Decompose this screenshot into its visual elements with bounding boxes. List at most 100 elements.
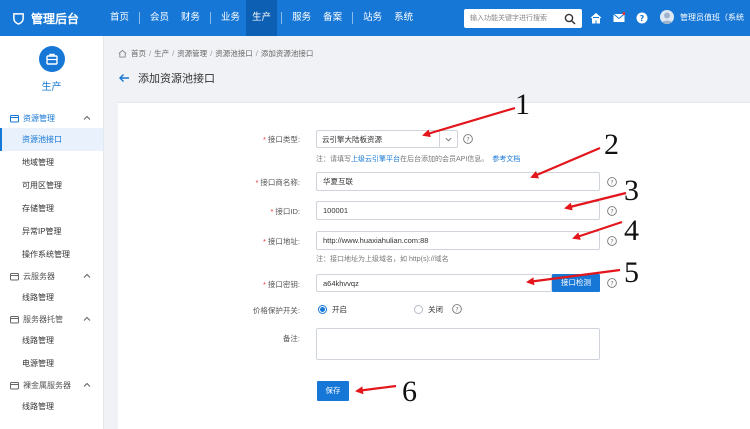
form-panel [118, 102, 750, 429]
url-hint: 注：接口地址为上级域名，如 http(s)://域名 [316, 256, 449, 263]
price-protect-label: 价格保护开关: [252, 306, 300, 315]
search-box[interactable] [464, 9, 582, 28]
mail-icon[interactable] [613, 12, 625, 24]
price-protect-on-radio[interactable]: 开启 [318, 304, 347, 315]
breadcrumb-separator: / [149, 49, 152, 58]
help-circle-icon[interactable]: ? [463, 134, 473, 144]
key-input[interactable] [317, 275, 551, 291]
folder-icon [10, 114, 19, 122]
sidebar-item[interactable]: 异常IP管理 [0, 220, 103, 243]
breadcrumb-item[interactable]: 首页 [131, 49, 146, 58]
top-nav-item[interactable]: 财务 [175, 0, 206, 36]
breadcrumb-item[interactable]: 生产 [154, 49, 169, 58]
top-bar: 管理后台 首页会员财务业务生产服务备案站务系统 ? 管理员值班（系统 [0, 0, 750, 36]
help-circle-icon[interactable]: ? [607, 278, 617, 288]
top-nav-item[interactable]: 生产 [246, 0, 278, 36]
sidebar-group-label: 云服务器 [23, 271, 55, 281]
upper-platform-link[interactable]: 上级云引擎平台 [351, 156, 400, 163]
top-nav-item[interactable]: 服务 [286, 0, 317, 36]
svg-text:?: ? [610, 279, 613, 287]
help-icon[interactable]: ? [636, 12, 648, 24]
logo[interactable]: 管理后台 [0, 10, 104, 27]
breadcrumb-item[interactable]: 资源管理 [177, 49, 207, 58]
top-nav-item[interactable]: 备案 [317, 0, 348, 36]
sidebar-group[interactable]: 资源管理 [0, 108, 103, 128]
id-label: * 接口ID: [270, 207, 300, 216]
page-title-text: 添加资源池接口 [138, 73, 215, 85]
sidebar-item[interactable]: 可用区管理 [0, 174, 103, 197]
reference-doc-link[interactable]: 参考文档 [492, 156, 520, 163]
sidebar-header: 生产 [0, 36, 103, 108]
shield-icon [13, 12, 24, 25]
sidebar: 生产 资源管理资源池接口 地域管理 可用区管理 存储管理 异常IP管理 操作系统管理云服务… [0, 36, 104, 429]
chevron-up-icon[interactable] [83, 381, 91, 389]
sidebar-item[interactable]: 线路管理 [0, 329, 103, 352]
radio-unchecked-icon[interactable] [414, 305, 423, 314]
chevron-down-icon[interactable] [439, 131, 457, 147]
help-circle-icon[interactable]: ? [607, 236, 617, 246]
sidebar-item[interactable]: 存储管理 [0, 197, 103, 220]
user-menu[interactable]: 管理员值班（系统 [660, 10, 744, 24]
search-input[interactable] [464, 10, 564, 27]
help-circle-icon[interactable]: ? [607, 206, 617, 216]
price-protect-off-radio[interactable]: 关闭 [414, 304, 443, 315]
radio-checked-icon[interactable] [318, 305, 327, 314]
vendor-input[interactable] [317, 173, 599, 190]
home-icon[interactable] [118, 49, 127, 58]
remark-textarea[interactable] [317, 329, 599, 359]
vendor-field[interactable] [316, 172, 600, 191]
sidebar-group[interactable]: 裸金属服务器 [0, 375, 103, 395]
chevron-up-icon[interactable] [83, 315, 91, 323]
svg-text:?: ? [640, 14, 645, 23]
type-select-value: 云引擎大陆板资源 [322, 135, 382, 144]
search-icon[interactable] [564, 13, 576, 25]
url-label: * 接口地址: [262, 237, 300, 246]
breadcrumb-item[interactable]: 资源池接口 [215, 49, 253, 58]
sidebar-item[interactable]: 线路管理 [0, 286, 103, 309]
top-nav: 首页 会员 财务 业务 生产 服务 备案 站务 系统 [104, 0, 419, 36]
type-hint: 注：请填写上级云引擎平台在后台添加的会员API信息。 参考文档 [316, 156, 521, 163]
id-field[interactable] [316, 201, 600, 220]
remark-field[interactable] [316, 328, 600, 360]
help-circle-icon[interactable]: ? [607, 177, 617, 187]
top-nav-item[interactable]: 会员 [144, 0, 175, 36]
type-select[interactable]: 云引擎大陆板资源 [316, 130, 458, 148]
user-name: 管理员值班（系统 [680, 12, 744, 22]
sidebar-group-label: 资源管理 [23, 113, 55, 123]
sidebar-item[interactable]: 线路管理 [0, 395, 103, 418]
key-label: * 接口密钥: [262, 280, 300, 289]
sidebar-menu: 资源管理资源池接口 地域管理 可用区管理 存储管理 异常IP管理 操作系统管理云服务器线路… [0, 108, 103, 418]
sidebar-item[interactable]: 电源管理 [0, 352, 103, 375]
svg-text:?: ? [610, 237, 613, 245]
sidebar-item[interactable]: 地域管理 [0, 151, 103, 174]
key-field[interactable] [316, 274, 552, 292]
top-nav-item[interactable]: 站务 [357, 0, 388, 36]
sidebar-group-label: 服务器托管 [23, 314, 63, 324]
svg-text:?: ? [610, 178, 613, 186]
url-input[interactable] [317, 232, 599, 249]
user-icon [661, 12, 673, 24]
save-button[interactable]: 保存 [317, 381, 349, 401]
breadcrumb-separator: / [172, 49, 175, 58]
breadcrumb: 首页 / 生产 / 资源管理 / 资源池接口 / 添加资源池接口 [118, 48, 313, 59]
chevron-up-icon[interactable] [83, 114, 91, 122]
sidebar-item[interactable]: 操作系统管理 [0, 243, 103, 266]
sidebar-item[interactable]: 资源池接口 [0, 128, 103, 151]
sidebar-group[interactable]: 服务器托管 [0, 309, 103, 329]
folder-icon [10, 272, 19, 280]
home-icon[interactable] [590, 12, 602, 24]
sidebar-group[interactable]: 云服务器 [0, 266, 103, 286]
back-arrow-icon[interactable] [118, 72, 130, 84]
chevron-up-icon[interactable] [83, 272, 91, 280]
svg-text:?: ? [466, 135, 469, 143]
id-input[interactable] [317, 202, 599, 219]
top-nav-item[interactable]: 系统 [388, 0, 419, 36]
check-interface-button[interactable]: 接口检测 [552, 274, 600, 292]
url-field[interactable] [316, 231, 600, 250]
top-nav-item[interactable]: 首页 [104, 0, 135, 36]
help-circle-icon[interactable]: ? [452, 304, 462, 314]
svg-text:?: ? [455, 305, 458, 313]
page-title: 添加资源池接口 [118, 70, 215, 86]
sidebar-group-label: 裸金属服务器 [23, 380, 71, 390]
top-nav-item[interactable]: 业务 [215, 0, 246, 36]
